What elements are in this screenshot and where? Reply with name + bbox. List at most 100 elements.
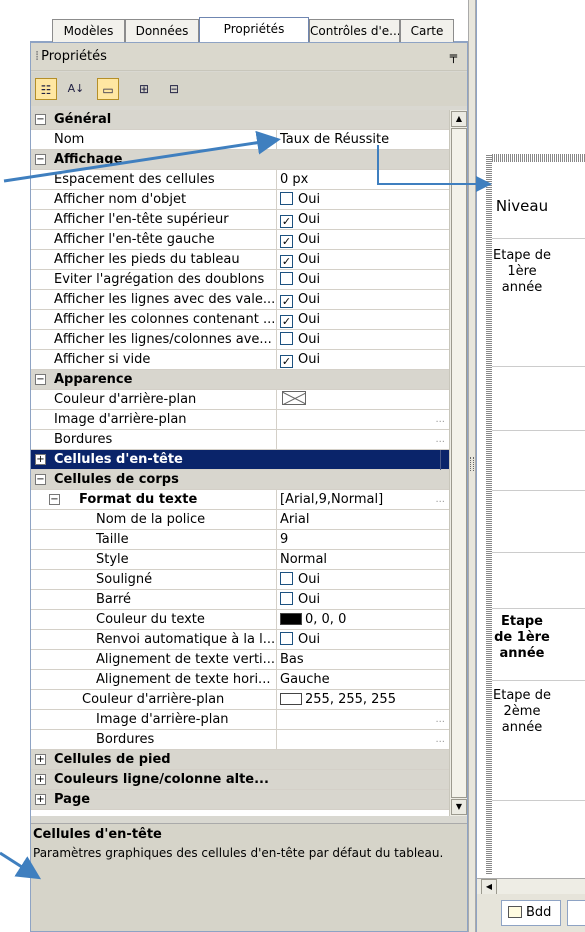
property-row-couleur-d-arriere-plan[interactable]: Couleur d'arrière-plan xyxy=(31,390,449,410)
expand-icon[interactable]: + xyxy=(35,794,46,805)
category-row-page[interactable]: + Page xyxy=(31,790,449,810)
property-row-afficher-l-en-tete-gauche[interactable]: Afficher l'en-tête gauche ✓ Oui xyxy=(31,230,449,250)
expand-icon[interactable]: + xyxy=(35,774,46,785)
property-value[interactable]: Oui xyxy=(277,190,449,210)
checkbox-checked-icon[interactable]: ✓ xyxy=(280,355,293,368)
checkbox-checked-icon[interactable]: ✓ xyxy=(280,215,293,228)
property-row-image-d-arriere-plan[interactable]: Image d'arrière-plan... xyxy=(31,410,449,430)
category-row-cellules-de-corps[interactable]: − Cellules de corps xyxy=(31,470,449,490)
collapse-icon[interactable]: − xyxy=(35,114,46,125)
property-value[interactable]: 0 px xyxy=(277,170,449,190)
scroll-thumb[interactable] xyxy=(451,128,467,798)
tab-proprietes[interactable]: Propriétés xyxy=(199,17,309,43)
category-row-apparence[interactable]: − Apparence xyxy=(31,370,449,390)
property-row-alignement-de-texte-verti[interactable]: Alignement de texte verti... Bas xyxy=(31,650,449,670)
property-value[interactable]: ... xyxy=(277,430,449,450)
property-value[interactable]: Normal xyxy=(277,550,449,570)
property-value[interactable]: ✓ Oui xyxy=(277,310,449,330)
horizontal-scrollbar[interactable]: ◀ xyxy=(477,878,585,895)
property-value[interactable]: Bas xyxy=(277,650,449,670)
collapse-all-icon[interactable]: ⊟ xyxy=(163,78,185,100)
property-row-nom[interactable]: Nom Taux de Réussite xyxy=(31,130,449,150)
checkbox-icon[interactable] xyxy=(280,192,293,205)
property-value[interactable]: Oui xyxy=(277,270,449,290)
property-value[interactable]: ✓ Oui xyxy=(277,350,449,370)
vertical-scrollbar[interactable]: ▲ ▼ xyxy=(449,110,467,816)
property-value[interactable] xyxy=(277,390,449,410)
tab-next[interactable] xyxy=(567,900,585,926)
property-value[interactable]: 255, 255, 255 xyxy=(277,690,449,710)
property-value[interactable]: Oui xyxy=(277,590,449,610)
categorized-icon[interactable]: ☷ xyxy=(35,78,57,100)
property-row-barre[interactable]: Barré Oui xyxy=(31,590,449,610)
property-value[interactable]: 0, 0, 0 xyxy=(277,610,449,630)
property-row-style[interactable]: Style Normal xyxy=(31,550,449,570)
checkbox-checked-icon[interactable]: ✓ xyxy=(280,255,293,268)
property-value[interactable]: [Arial,9,Normal]... xyxy=(277,490,449,510)
property-row-afficher-les-lignes-colonnes-ave[interactable]: Afficher les lignes/colonnes ave... Oui xyxy=(31,330,449,350)
property-value[interactable]: ✓ Oui xyxy=(277,230,449,250)
tab-modeles[interactable]: Modèles xyxy=(52,19,125,42)
property-row-format-du-texte[interactable]: − Format du texte [Arial,9,Normal]... xyxy=(31,490,449,510)
checkbox-checked-icon[interactable]: ✓ xyxy=(280,295,293,308)
checkbox-icon[interactable] xyxy=(280,332,293,345)
panel-splitter[interactable] xyxy=(468,0,476,932)
category-row-cellules-d-en-tete[interactable]: + Cellules d'en-tête xyxy=(31,450,449,470)
property-row-couleur-d-arriere-plan[interactable]: Couleur d'arrière-plan 255, 255, 255 xyxy=(31,690,449,710)
expand-icon[interactable]: + xyxy=(35,454,46,465)
ellipsis-icon[interactable]: ... xyxy=(435,410,445,429)
category-row-affichage[interactable]: − Affichage xyxy=(31,150,449,170)
property-row-bordures[interactable]: Bordures... xyxy=(31,430,449,450)
property-pages-icon[interactable]: ▭ xyxy=(97,78,119,100)
property-row-taille[interactable]: Taille 9 xyxy=(31,530,449,550)
report-header-cell[interactable]: Niveau xyxy=(492,198,552,214)
report-cell[interactable]: Etape de 1ère année xyxy=(492,614,552,662)
checkbox-icon[interactable] xyxy=(280,592,293,605)
ellipsis-icon[interactable]: ... xyxy=(435,490,445,509)
property-value[interactable]: ✓ Oui xyxy=(277,210,449,230)
tab-carte[interactable]: Carte xyxy=(400,19,454,42)
property-row-espacement-des-cellules[interactable]: Espacement des cellules 0 px xyxy=(31,170,449,190)
collapse-icon[interactable]: − xyxy=(35,374,46,385)
category-row-cellules-de-pied[interactable]: + Cellules de pied xyxy=(31,750,449,770)
property-value[interactable]: 9 xyxy=(277,530,449,550)
report-cell[interactable]: Etape de 2ème année xyxy=(492,688,552,736)
pin-icon[interactable]: ╤ xyxy=(450,49,457,63)
property-value[interactable]: Oui xyxy=(277,330,449,350)
collapse-icon[interactable]: − xyxy=(35,474,46,485)
property-row-afficher-si-vide[interactable]: Afficher si vide ✓ Oui xyxy=(31,350,449,370)
scroll-left-icon[interactable]: ◀ xyxy=(481,879,497,895)
tab-donnees[interactable]: Données xyxy=(125,19,199,42)
tab-controles[interactable]: Contrôles d'e... xyxy=(309,19,400,42)
property-value[interactable]: Oui xyxy=(277,570,449,590)
report-cell[interactable]: Etape de 1ère année xyxy=(492,248,552,296)
property-value[interactable]: ... xyxy=(277,410,449,430)
property-row-afficher-nom-d-objet[interactable]: Afficher nom d'objet Oui xyxy=(31,190,449,210)
category-row-general[interactable]: − Général xyxy=(31,110,449,130)
property-value[interactable]: Taux de Réussite xyxy=(277,130,449,150)
property-row-afficher-l-en-tete-superieur[interactable]: Afficher l'en-tête supérieur ✓ Oui xyxy=(31,210,449,230)
property-value[interactable]: ... xyxy=(277,710,449,730)
property-row-afficher-les-pieds-du-tableau[interactable]: Afficher les pieds du tableau ✓ Oui xyxy=(31,250,449,270)
property-value[interactable]: Gauche xyxy=(277,670,449,690)
expand-icon[interactable]: + xyxy=(35,754,46,765)
property-value[interactable]: ✓ Oui xyxy=(277,250,449,270)
ellipsis-icon[interactable]: ... xyxy=(435,710,445,729)
property-row-eviter-l-agregation-des-doublons[interactable]: Eviter l'agrégation des doublons Oui xyxy=(31,270,449,290)
property-row-souligne[interactable]: Souligné Oui xyxy=(31,570,449,590)
property-value[interactable]: ✓ Oui xyxy=(277,290,449,310)
checkbox-icon[interactable] xyxy=(280,632,293,645)
property-value[interactable]: ... xyxy=(277,730,449,750)
property-value[interactable]: Arial xyxy=(277,510,449,530)
expand-all-icon[interactable]: ⊞ xyxy=(133,78,155,100)
scroll-down-icon[interactable]: ▼ xyxy=(451,799,467,815)
checkbox-checked-icon[interactable]: ✓ xyxy=(280,235,293,248)
property-row-alignement-de-texte-hori[interactable]: Alignement de texte hori... Gauche xyxy=(31,670,449,690)
property-row-nom-de-la-police[interactable]: Nom de la police Arial xyxy=(31,510,449,530)
scroll-up-icon[interactable]: ▲ xyxy=(451,111,467,127)
checkbox-icon[interactable] xyxy=(280,272,293,285)
property-row-afficher-les-colonnes-contenant[interactable]: Afficher les colonnes contenant ... ✓ Oui xyxy=(31,310,449,330)
property-row-image-d-arriere-plan[interactable]: Image d'arrière-plan... xyxy=(31,710,449,730)
property-row-afficher-les-lignes-avec-des-vale[interactable]: Afficher les lignes avec des vale... ✓ Oui xyxy=(31,290,449,310)
property-row-couleur-du-texte[interactable]: Couleur du texte 0, 0, 0 xyxy=(31,610,449,630)
